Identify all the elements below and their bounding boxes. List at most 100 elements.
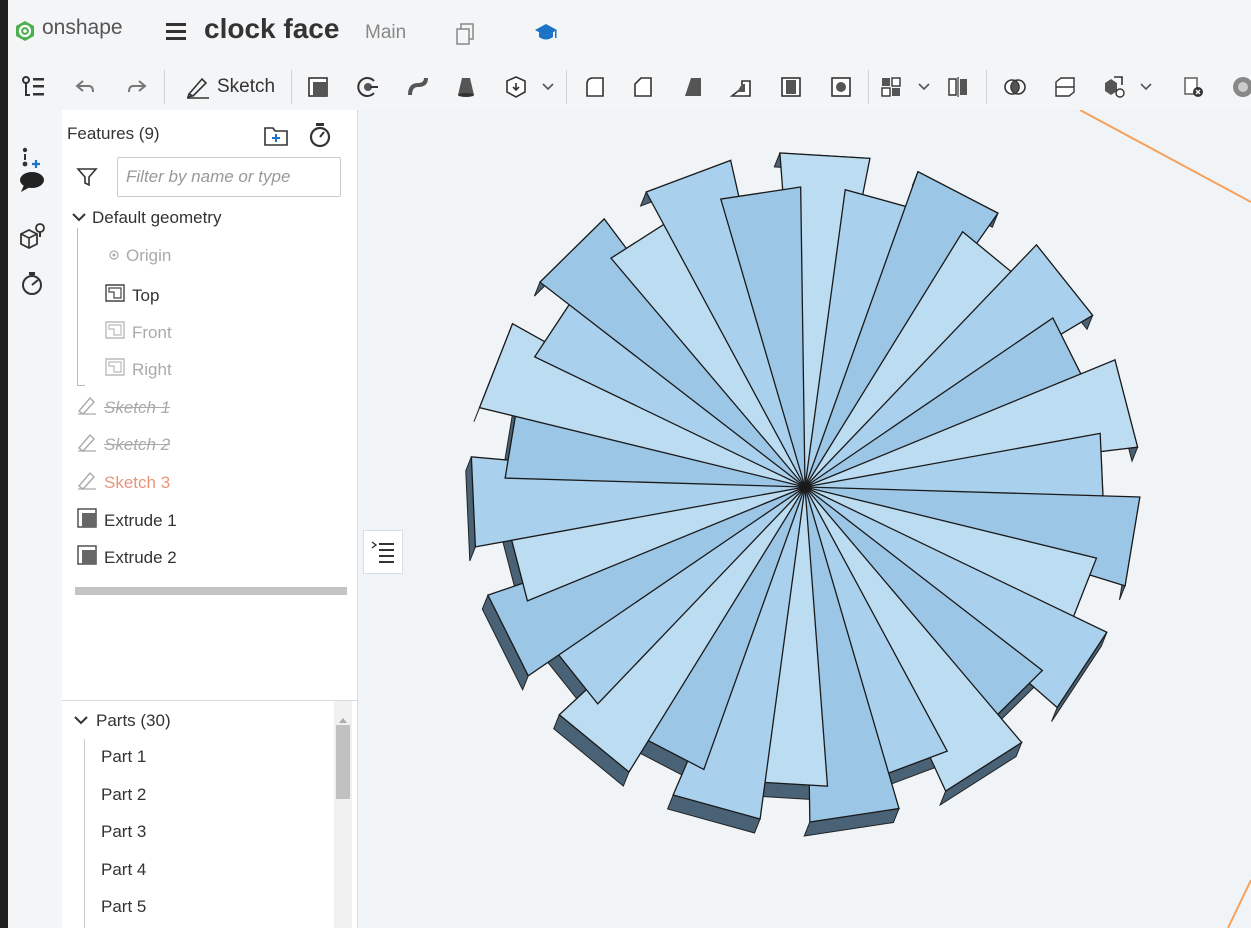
chevron-down-icon[interactable] xyxy=(74,711,88,731)
extrude-label-1: Extrude 1 xyxy=(104,510,177,530)
rib-icon[interactable] xyxy=(726,72,756,102)
add-folder-icon[interactable] xyxy=(262,124,290,152)
plane-icon xyxy=(104,357,126,382)
onshape-logo-icon[interactable] xyxy=(14,20,36,42)
transform-icon[interactable] xyxy=(1098,72,1128,102)
rollback-stopwatch-icon[interactable] xyxy=(307,121,333,153)
default-geometry-label: Default geometry xyxy=(92,208,222,227)
plane-item-top[interactable]: Top xyxy=(104,283,159,308)
extrude-item-1[interactable]: Extrude 1 xyxy=(76,507,177,534)
chamfer-icon[interactable] xyxy=(628,72,658,102)
plane-item-front[interactable]: Front xyxy=(104,320,172,345)
filter-icon[interactable] xyxy=(76,166,98,188)
sketch-label: Sketch xyxy=(216,76,276,97)
clock-face-parts[interactable] xyxy=(465,152,1141,837)
chevron-down-icon[interactable] xyxy=(1138,72,1154,102)
configurations-icon[interactable] xyxy=(18,222,46,250)
comments-icon[interactable] xyxy=(18,168,46,196)
plane-item-right[interactable]: Right xyxy=(104,357,172,382)
parts-header[interactable]: Parts (30) xyxy=(74,711,171,731)
performance-stopwatch-icon[interactable] xyxy=(18,270,46,298)
sketch-label-1: Sketch 1 xyxy=(104,397,171,417)
part-list-item[interactable]: Part 5 xyxy=(101,897,146,917)
thicken-icon[interactable] xyxy=(501,72,531,102)
sketch-button[interactable]: Sketch xyxy=(176,72,284,102)
toolbar-separator xyxy=(291,70,292,104)
learning-center-icon[interactable] xyxy=(534,22,558,42)
sketch-label-3: Sketch 3 xyxy=(104,472,171,492)
rollback-bar[interactable] xyxy=(75,587,347,595)
fillet-icon[interactable] xyxy=(580,72,610,102)
more-tools-icon[interactable] xyxy=(1228,72,1251,102)
origin-icon xyxy=(108,246,120,266)
pencil-icon xyxy=(76,395,98,420)
clock-face-model[interactable] xyxy=(358,110,1251,928)
chevron-down-icon[interactable] xyxy=(916,72,932,102)
part-list-item[interactable]: Part 1 xyxy=(101,747,146,767)
axis-line xyxy=(1079,110,1251,203)
chevron-down-icon[interactable] xyxy=(72,208,86,228)
parts-list-panel: Parts (30) Part 1 Part 2 Part 3 Part 4 P… xyxy=(62,700,358,928)
sketch-item-2[interactable]: Sketch 2 xyxy=(76,432,170,457)
graphics-viewport[interactable] xyxy=(358,110,1251,928)
parts-scrollbar-thumb[interactable] xyxy=(336,725,350,799)
part-list-item[interactable]: Part 2 xyxy=(101,785,146,805)
mirror-icon[interactable] xyxy=(943,72,973,102)
sketch-item-3[interactable]: Sketch 3 xyxy=(76,470,170,495)
workspace-name[interactable]: Main xyxy=(365,22,406,44)
toolbar-separator xyxy=(164,70,165,104)
tree-guide-line xyxy=(77,228,78,385)
toolbar-separator xyxy=(986,70,987,104)
boolean-icon[interactable] xyxy=(1000,72,1030,102)
copy-workspace-icon[interactable] xyxy=(455,22,477,46)
shell-icon[interactable] xyxy=(776,72,806,102)
extrude-icon xyxy=(76,507,98,534)
default-geometry-group[interactable]: Default geometry xyxy=(72,208,221,228)
draft-icon[interactable] xyxy=(678,72,708,102)
pattern-icon[interactable] xyxy=(876,72,906,102)
hole-icon[interactable] xyxy=(826,72,856,102)
sketch-label-2: Sketch 2 xyxy=(104,434,171,454)
split-icon[interactable] xyxy=(1050,72,1080,102)
filter-input[interactable] xyxy=(117,157,341,197)
document-title[interactable]: clock face xyxy=(204,13,339,45)
onshape-app: onshape clock face Main Sketch Features … xyxy=(8,0,1251,928)
feature-list-panel: Features (9) Default geometry Origin xyxy=(62,110,358,700)
origin-label: Origin xyxy=(126,246,172,265)
toolbar: Sketch xyxy=(8,64,1251,110)
loft-icon[interactable] xyxy=(451,72,481,102)
top-bar: onshape clock face Main xyxy=(8,0,1251,64)
toolbar-separator xyxy=(868,70,869,104)
tree-guide-line xyxy=(84,739,85,928)
part-list-item[interactable]: Part 3 xyxy=(101,822,146,842)
delete-part-icon[interactable] xyxy=(1178,72,1208,102)
features-title: Features (9) xyxy=(67,124,160,143)
plane-icon xyxy=(104,283,126,308)
plane-label-front: Front xyxy=(132,322,172,342)
sweep-icon[interactable] xyxy=(403,72,433,102)
chevron-down-icon[interactable] xyxy=(540,72,556,102)
scroll-up-icon[interactable] xyxy=(338,709,348,723)
hamburger-menu-icon[interactable] xyxy=(165,20,187,42)
extrude-icon xyxy=(76,544,98,571)
undo-icon[interactable] xyxy=(72,72,98,102)
pencil-icon xyxy=(76,432,98,457)
left-rail xyxy=(8,110,60,928)
plane-label-right: Right xyxy=(132,359,172,379)
plane-label-top: Top xyxy=(132,285,160,305)
pencil-icon xyxy=(76,470,98,495)
extrude-label-2: Extrude 2 xyxy=(104,547,177,567)
extrude-icon[interactable] xyxy=(303,72,333,102)
extrude-item-2[interactable]: Extrude 2 xyxy=(76,544,177,571)
plane-icon xyxy=(104,320,126,345)
parts-header-label: Parts (30) xyxy=(96,711,171,730)
origin-item[interactable]: Origin xyxy=(108,246,171,266)
axis-line xyxy=(1227,879,1251,928)
revolve-icon[interactable] xyxy=(353,72,383,102)
toggle-list-icon[interactable] xyxy=(363,530,403,574)
part-list-item[interactable]: Part 4 xyxy=(101,860,146,880)
feature-list-icon[interactable] xyxy=(18,72,48,102)
redo-icon[interactable] xyxy=(124,72,150,102)
sketch-item-1[interactable]: Sketch 1 xyxy=(76,395,170,420)
toolbar-separator xyxy=(566,70,567,104)
